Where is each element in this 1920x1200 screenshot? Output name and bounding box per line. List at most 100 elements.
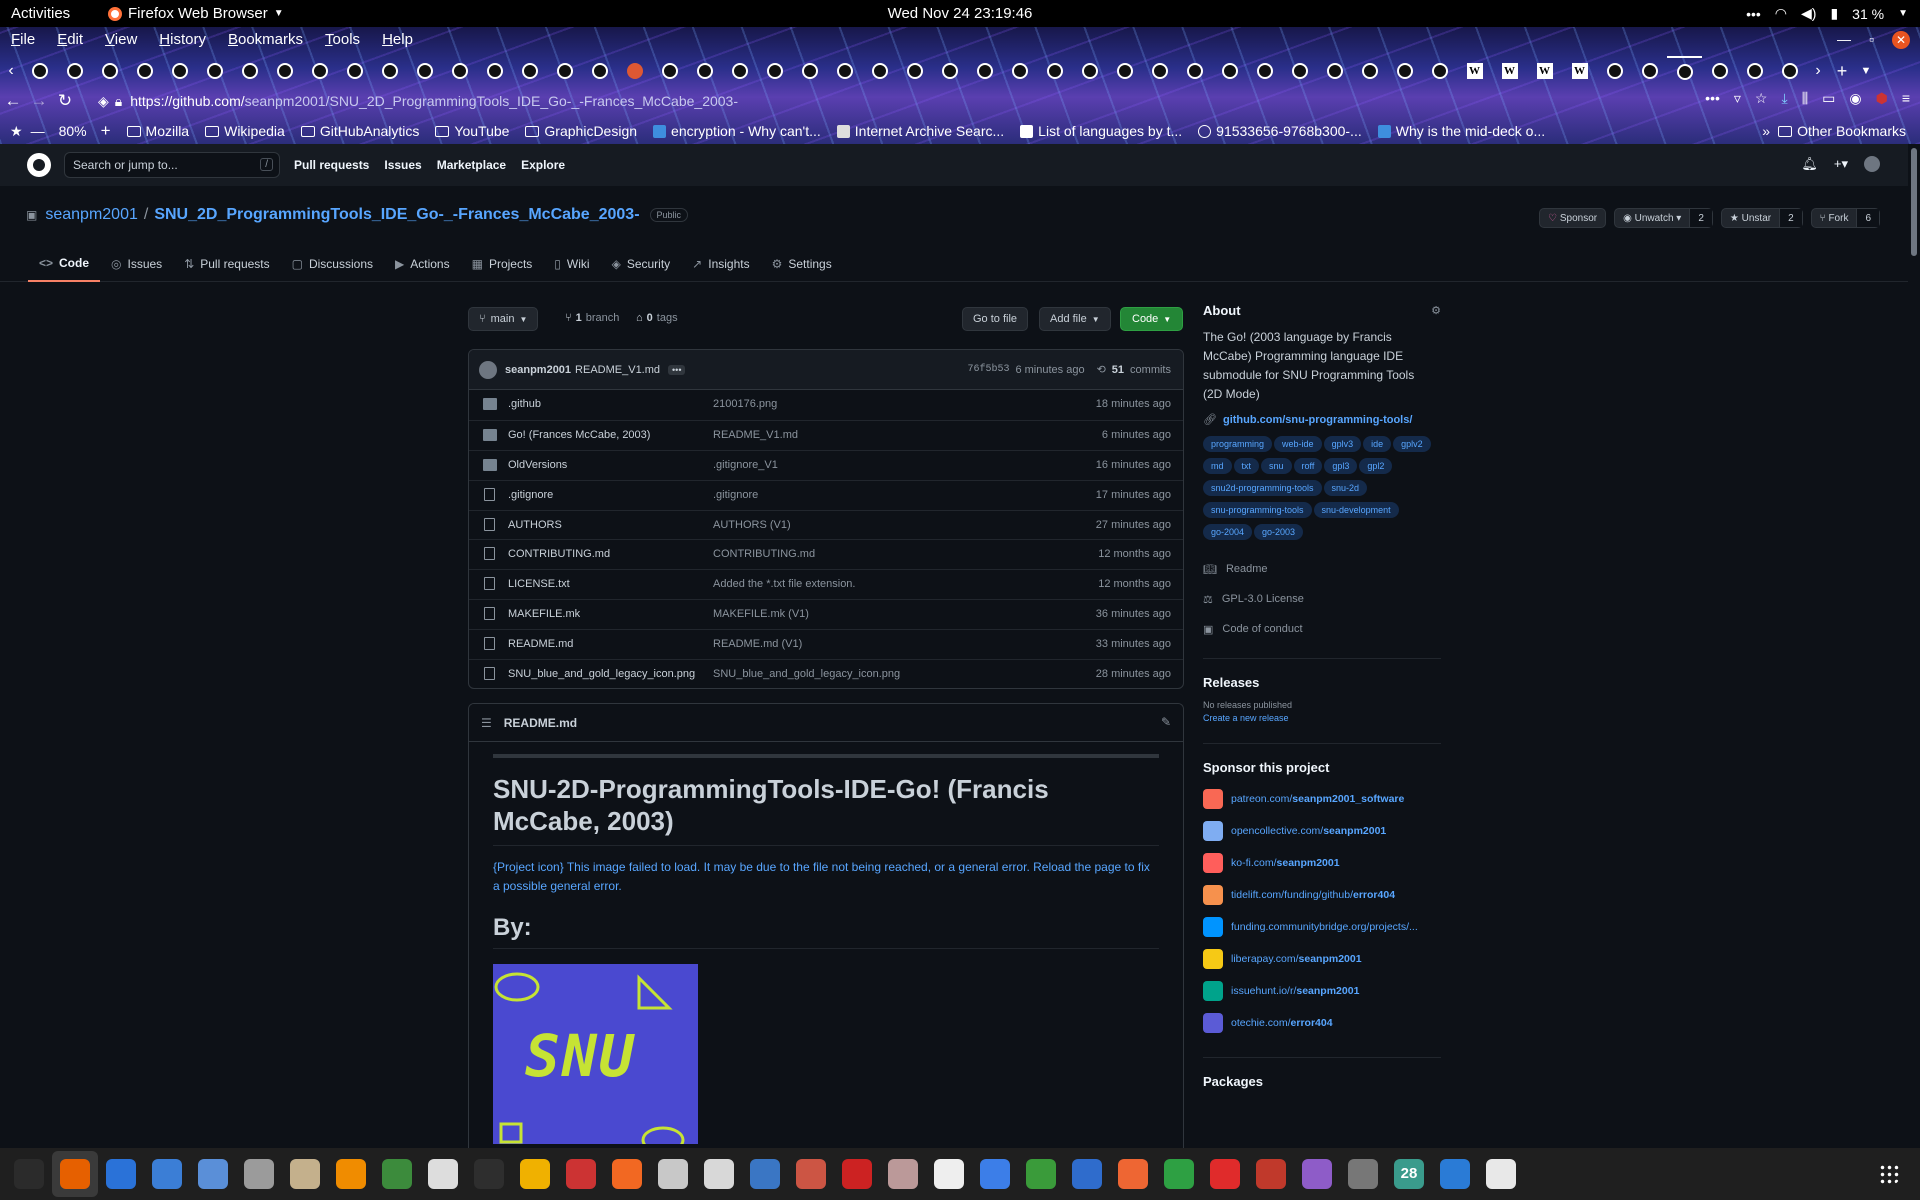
browser-tab[interactable] xyxy=(1702,56,1737,86)
more-icon[interactable]: ••• xyxy=(1746,6,1761,22)
topic-tag[interactable]: web-ide xyxy=(1274,436,1322,452)
help-launcher[interactable] xyxy=(144,1151,190,1197)
topic-tag[interactable]: go-2003 xyxy=(1254,524,1304,540)
tab-scroll-left-icon[interactable]: ‹ xyxy=(0,62,22,80)
menu-tools[interactable]: Tools xyxy=(314,27,371,54)
tab-security[interactable]: ◈ Security xyxy=(601,246,682,282)
topic-tag[interactable]: snu2d-programming-tools xyxy=(1203,480,1322,496)
app-menu[interactable]: Firefox Web Browser ▼ xyxy=(108,5,284,22)
topic-tag[interactable]: snu-2d xyxy=(1323,480,1368,496)
ublock-icon[interactable]: ⬢ xyxy=(1876,90,1888,107)
commit-author[interactable]: seanpm2001 xyxy=(505,364,571,376)
file-name-link[interactable]: LICENSE.txt xyxy=(508,578,570,590)
scrollbar-thumb[interactable] xyxy=(1911,148,1917,256)
file-commit-message[interactable]: SNU_blue_and_gold_legacy_icon.png xyxy=(713,668,900,680)
gimp-addon-launcher[interactable] xyxy=(374,1151,420,1197)
avatar[interactable] xyxy=(479,360,497,379)
snu-logo-image[interactable]: SNU xyxy=(493,964,698,1144)
zoom-in-icon[interactable]: + xyxy=(101,121,111,141)
bookmark-star-icon[interactable]: ★ xyxy=(10,123,23,140)
file-commit-message[interactable]: .gitignore xyxy=(713,489,758,501)
inkscape-launcher[interactable] xyxy=(420,1151,466,1197)
system-monitor-launcher[interactable] xyxy=(6,1151,52,1197)
commit-count[interactable]: 51 xyxy=(1112,364,1124,376)
system-tray[interactable]: ••• ◠ ◀) ▮ 31 % ▼ xyxy=(1746,5,1908,22)
file-commit-message[interactable]: README.md (V1) xyxy=(713,638,802,650)
archive-launcher[interactable] xyxy=(880,1151,926,1197)
browser-tab[interactable] xyxy=(1212,56,1247,86)
browser-tab[interactable] xyxy=(617,56,652,86)
bookmark-item[interactable]: YouTube xyxy=(435,123,509,139)
topic-tag[interactable]: txt xyxy=(1233,458,1260,474)
settings-launcher[interactable] xyxy=(236,1151,282,1197)
file-name-link[interactable]: SNU_blue_and_gold_legacy_icon.png xyxy=(508,668,695,680)
writer-launcher[interactable] xyxy=(98,1151,144,1197)
browser-tab[interactable] xyxy=(1772,56,1807,86)
sponsor-link[interactable]: issuehunt.io/r/seanpm2001 xyxy=(1203,975,1441,1007)
calc-launcher[interactable] xyxy=(1156,1151,1202,1197)
image-viewer-launcher[interactable] xyxy=(742,1151,788,1197)
topic-tag[interactable]: gpl2 xyxy=(1359,458,1393,474)
topic-tag[interactable]: snu-development xyxy=(1313,502,1399,518)
topic-tag[interactable]: programming xyxy=(1203,436,1273,452)
tab-discussions[interactable]: ▢ Discussions xyxy=(281,246,384,282)
unstar-button[interactable]: ★ Unstar 2 xyxy=(1720,208,1803,228)
nav-explore[interactable]: Explore xyxy=(521,158,565,172)
browser-tab[interactable] xyxy=(792,56,827,86)
broken-image-link[interactable]: {Project icon} This image failed to load… xyxy=(493,858,1159,896)
text-editor-launcher[interactable] xyxy=(190,1151,236,1197)
star-count[interactable]: 2 xyxy=(1779,209,1802,227)
file-name-link[interactable]: .gitignore xyxy=(508,489,553,501)
tab-issues[interactable]: ◎ Issues xyxy=(100,246,173,282)
file-commit-message[interactable]: README_V1.md xyxy=(713,429,798,441)
browser-tab[interactable]: W xyxy=(1492,56,1527,86)
conduct-link[interactable]: ▣ Code of conduct xyxy=(1203,614,1441,644)
pocket-icon[interactable]: ▿ xyxy=(1734,90,1741,107)
software-launcher[interactable] xyxy=(604,1151,650,1197)
ellipsis-button[interactable]: ••• xyxy=(668,364,686,375)
firefox-launcher[interactable] xyxy=(52,1151,98,1197)
sponsor-link[interactable]: otechie.com/error404 xyxy=(1203,1007,1441,1039)
menu-view[interactable]: View xyxy=(94,27,148,54)
bookmark-item[interactable]: Wikipedia xyxy=(205,123,285,139)
zoom-level[interactable]: 80% xyxy=(59,123,87,139)
list-all-tabs-icon[interactable]: ▼ xyxy=(1855,65,1877,77)
browser-tab[interactable] xyxy=(1282,56,1317,86)
browser-tab[interactable] xyxy=(512,56,547,86)
releases-heading[interactable]: Releases xyxy=(1203,675,1441,690)
todo-launcher[interactable] xyxy=(972,1151,1018,1197)
avatar[interactable] xyxy=(1864,156,1880,172)
browser-tab[interactable] xyxy=(407,56,442,86)
other-bookmarks[interactable]: Other Bookmarks xyxy=(1778,123,1906,139)
reload-icon[interactable]: ↻ xyxy=(52,91,78,111)
files-launcher[interactable] xyxy=(282,1151,328,1197)
sponsor-link[interactable]: liberapay.com/seanpm2001 xyxy=(1203,943,1441,975)
browser-tab[interactable] xyxy=(1037,56,1072,86)
create-release-link[interactable]: Create a new release xyxy=(1203,713,1441,723)
packages-heading[interactable]: Packages xyxy=(1203,1074,1441,1089)
add-file-button[interactable]: Add file ▼ xyxy=(1039,307,1111,331)
browser-tab[interactable] xyxy=(477,56,512,86)
browser-tab[interactable] xyxy=(1632,56,1667,86)
tab-wiki[interactable]: ▯ Wiki xyxy=(543,246,600,282)
library-icon[interactable]: ⫼ xyxy=(1802,90,1808,107)
browser-tab[interactable] xyxy=(22,56,57,86)
browser-tab[interactable] xyxy=(967,56,1002,86)
topic-tag[interactable]: gpl3 xyxy=(1324,458,1358,474)
browser-tab[interactable] xyxy=(197,56,232,86)
topic-tag[interactable]: snu xyxy=(1261,458,1292,474)
commit-count-label[interactable]: commits xyxy=(1130,364,1171,376)
file-commit-message[interactable]: Added the *.txt file extension. xyxy=(713,578,855,590)
tab-code[interactable]: <> Code xyxy=(28,246,101,282)
repo-owner-link[interactable]: seanpm2001 xyxy=(45,206,138,224)
bookmark-item[interactable]: Internet Archive Searc... xyxy=(836,123,1004,139)
browser-tab[interactable] xyxy=(337,56,372,86)
remote-launcher[interactable] xyxy=(1064,1151,1110,1197)
browser-tab[interactable] xyxy=(1317,56,1352,86)
file-name-link[interactable]: MAKEFILE.mk xyxy=(508,608,580,620)
hamburger-menu-icon[interactable]: ≡ xyxy=(1902,90,1910,107)
topic-tag[interactable]: go-2004 xyxy=(1203,524,1253,540)
alert-launcher[interactable] xyxy=(1202,1151,1248,1197)
bookmark-item[interactable]: Why is the mid-deck o... xyxy=(1377,123,1545,139)
file-commit-message[interactable]: AUTHORS (V1) xyxy=(713,519,791,531)
